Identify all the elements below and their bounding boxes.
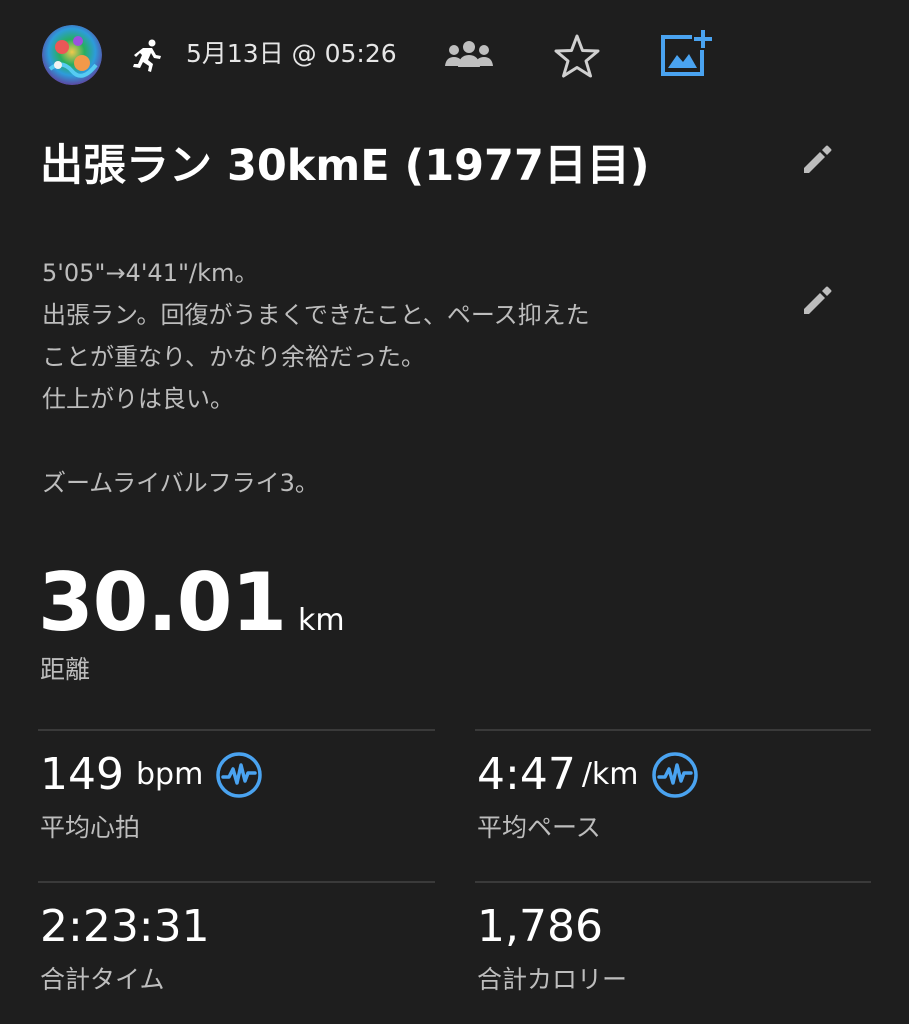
avg-heart-rate-unit: bpm xyxy=(135,757,204,792)
description-line: 仕上がりは良い。 xyxy=(42,385,234,413)
distance-value: 30.01 xyxy=(38,556,287,649)
avg-heart-rate-label: 平均心拍 xyxy=(40,813,141,842)
distance-unit: km xyxy=(298,603,345,638)
divider xyxy=(475,881,871,883)
activity-description: 5'05"→4'41"/km。 出張ラン。回復がうまくできたこと、ペース抑えた … xyxy=(42,252,762,504)
total-calories-label: 合計カロリー xyxy=(477,965,628,994)
total-time-stat: 2:23:31 合計タイム xyxy=(40,900,440,1020)
description-line xyxy=(42,420,762,462)
activity-header: 5月13日 @ 05:26 xyxy=(0,0,909,110)
avg-heart-rate-value: 149 xyxy=(40,749,124,800)
avatar[interactable] xyxy=(42,25,102,85)
distance-label: 距離 xyxy=(40,655,91,684)
activity-title: 出張ラン 30kmE (1977日目) xyxy=(40,141,650,191)
description-line: 5'05"→4'41"/km。 xyxy=(42,259,259,287)
divider xyxy=(475,729,871,731)
heart-rate-chart-icon[interactable] xyxy=(215,751,263,799)
divider xyxy=(38,881,435,883)
total-calories-value: 1,786 xyxy=(477,901,603,952)
running-person-icon xyxy=(128,37,164,73)
avg-pace-stat: 4:47 /km 平均ペース xyxy=(477,748,877,868)
group-people-icon[interactable] xyxy=(444,38,494,72)
avg-pace-label: 平均ペース xyxy=(477,813,601,842)
total-time-value: 2:23:31 xyxy=(40,901,210,952)
distance-stat: 30.01 km xyxy=(38,556,345,649)
edit-title-pencil-icon[interactable] xyxy=(800,142,834,176)
avg-pace-value: 4:47 xyxy=(477,749,576,800)
star-outline-icon[interactable] xyxy=(553,33,601,79)
edit-description-pencil-icon[interactable] xyxy=(800,283,834,317)
pace-chart-icon[interactable] xyxy=(651,751,699,799)
total-time-label: 合計タイム xyxy=(40,965,165,994)
description-line: ズームライバルフライ3。 xyxy=(42,469,319,497)
description-line: 出張ラン。回復がうまくできたこと、ペース抑えた xyxy=(42,301,590,329)
description-line: ことが重なり、かなり余裕だった。 xyxy=(42,343,426,371)
add-photo-icon[interactable] xyxy=(658,28,712,78)
total-calories-stat: 1,786 合計カロリー xyxy=(477,900,877,1020)
avg-heart-rate-stat: 149 bpm 平均心拍 xyxy=(40,748,440,868)
divider xyxy=(38,729,435,731)
avg-pace-unit: /km xyxy=(581,757,639,792)
activity-date: 5月13日 @ 05:26 xyxy=(186,39,397,68)
